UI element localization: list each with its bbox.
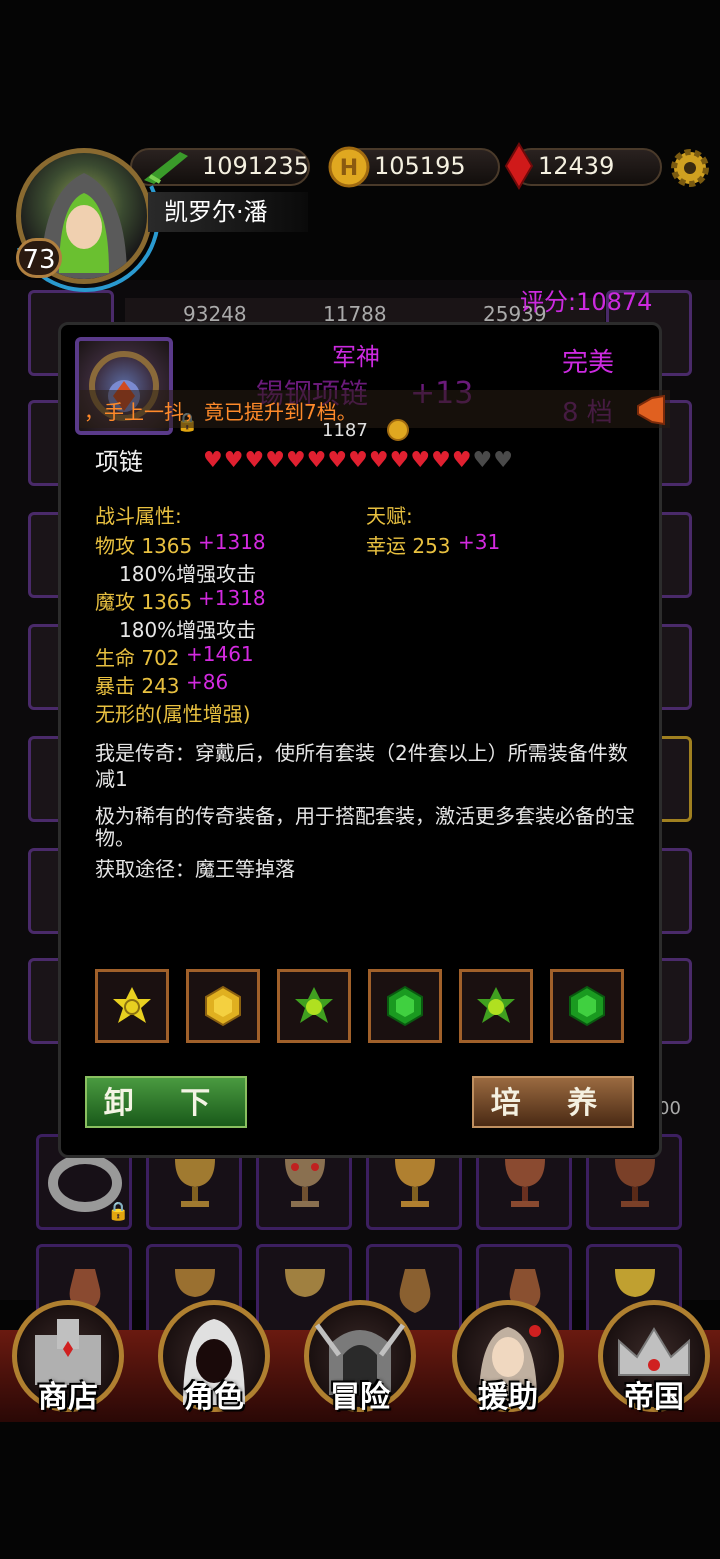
heart-icon: ♥ (431, 448, 451, 473)
heart-icon: ♥ (285, 448, 306, 473)
heart-icon: ♥ (410, 448, 431, 473)
item-quality: 完美 (562, 348, 615, 378)
settings-gear-icon[interactable] (666, 144, 714, 192)
stat-mag-atk-note: 180%增强攻击 (119, 618, 257, 642)
stat-luck-bonus: +31 (458, 530, 501, 554)
gold-coin-icon: H (328, 146, 370, 188)
gem-socket[interactable] (550, 969, 624, 1043)
gem-socket[interactable] (186, 969, 260, 1043)
announcement-text: ，手上一抖，竟已提升到7档。 (84, 400, 357, 424)
announcement-bar: ，手上一抖，竟已提升到7档。 (80, 390, 670, 428)
stat-mag-atk-bonus: +1318 (198, 586, 266, 610)
heart-icon: ♥ (327, 448, 348, 473)
goblet-icon (175, 1159, 215, 1207)
player-name: 凯罗尔·潘 (148, 192, 308, 232)
legend-effect: 我是传奇：穿戴后，使所有套装（2件套以上）所需装备件数减1 (95, 741, 628, 791)
heart-icon: ♥ (265, 448, 285, 473)
yellow-star-gem-icon (113, 987, 151, 1023)
stat-phys-atk-note: 180%增强攻击 (119, 562, 257, 586)
gem-socket[interactable] (277, 969, 351, 1043)
combat-attr-header: 战斗属性: (95, 504, 182, 528)
heart-icon: ♥ (389, 448, 410, 473)
stat-crit: 暴击 243 (95, 674, 180, 698)
green-star-gem-icon (295, 987, 333, 1023)
goblet-icon (285, 1159, 325, 1207)
item-description: 极为稀有的传奇装备，用于搭配套装，激活更多套装必备的宝物。 (95, 804, 635, 850)
heart-icon: ♥ (472, 448, 493, 473)
gold-cost: 1187 (322, 420, 368, 441)
gem-socket[interactable] (95, 969, 169, 1043)
stat-luck: 幸运 253 (366, 534, 451, 558)
level-badge: 73 (16, 238, 62, 278)
item-title: 军神 (332, 343, 380, 371)
durability-hearts: ♥♥♥♥♥♥♥♥♥♥♥♥♥♥♥ (203, 448, 514, 473)
heart-icon: ♥ (493, 448, 514, 473)
cultivate-button[interactable]: 培 养 (472, 1076, 634, 1128)
green-hex-gem-icon (569, 985, 605, 1027)
lock-icon: 🔒 (107, 1201, 130, 1222)
goblet-icon (505, 1159, 545, 1207)
stat-formless: 无形的(属性增强) (95, 702, 251, 726)
stat-crit-bonus: +86 (186, 670, 229, 694)
heart-icon: ♥ (306, 448, 327, 473)
power-value: 1091235 (202, 152, 309, 180)
red-gem-icon (504, 142, 534, 190)
nav-shop-label: 商店 (38, 1380, 98, 1415)
item-type: 项链 (95, 448, 143, 476)
gem-socket[interactable] (368, 969, 442, 1043)
megaphone-icon[interactable] (634, 394, 668, 426)
heart-icon: ♥ (223, 448, 244, 473)
stat-phys-atk: 物攻 1365 (95, 534, 193, 558)
nav-empire-label: 帝国 (624, 1380, 684, 1415)
unequip-button[interactable]: 卸 下 (85, 1076, 247, 1128)
gold-value: 105195 (374, 152, 466, 180)
stat-hp-bonus: +1461 (186, 642, 254, 666)
heart-icon: ♥ (368, 448, 389, 473)
green-star-gem-icon (477, 987, 515, 1023)
goblet-icon (615, 1159, 655, 1207)
nav-character-label: 角色 (184, 1380, 244, 1415)
nav-adventure-label: 冒险 (330, 1380, 390, 1415)
heart-icon: ♥ (451, 448, 472, 473)
heart-icon: ♥ (244, 448, 265, 473)
yellow-hex-gem-icon (205, 985, 241, 1027)
goblet-icon (395, 1159, 435, 1207)
item-source: 获取途径：魔王等掉落 (95, 857, 295, 881)
gem-socket[interactable] (459, 969, 533, 1043)
talent-header: 天赋: (366, 504, 413, 528)
stat-hp: 生命 702 (95, 646, 180, 670)
heart-icon: ♥ (348, 448, 368, 473)
heart-icon: ♥ (203, 448, 223, 473)
svg-text:H: H (340, 156, 358, 181)
score-label: 评分:10874 (520, 288, 653, 316)
gem-value: 12439 (538, 152, 615, 180)
green-hex-gem-icon (387, 985, 423, 1027)
stat-phys-atk-bonus: +1318 (198, 530, 266, 554)
stat-mag-atk: 魔攻 1365 (95, 590, 193, 614)
nav-assist-label: 援助 (478, 1380, 538, 1415)
gold-coin-icon (387, 419, 409, 441)
